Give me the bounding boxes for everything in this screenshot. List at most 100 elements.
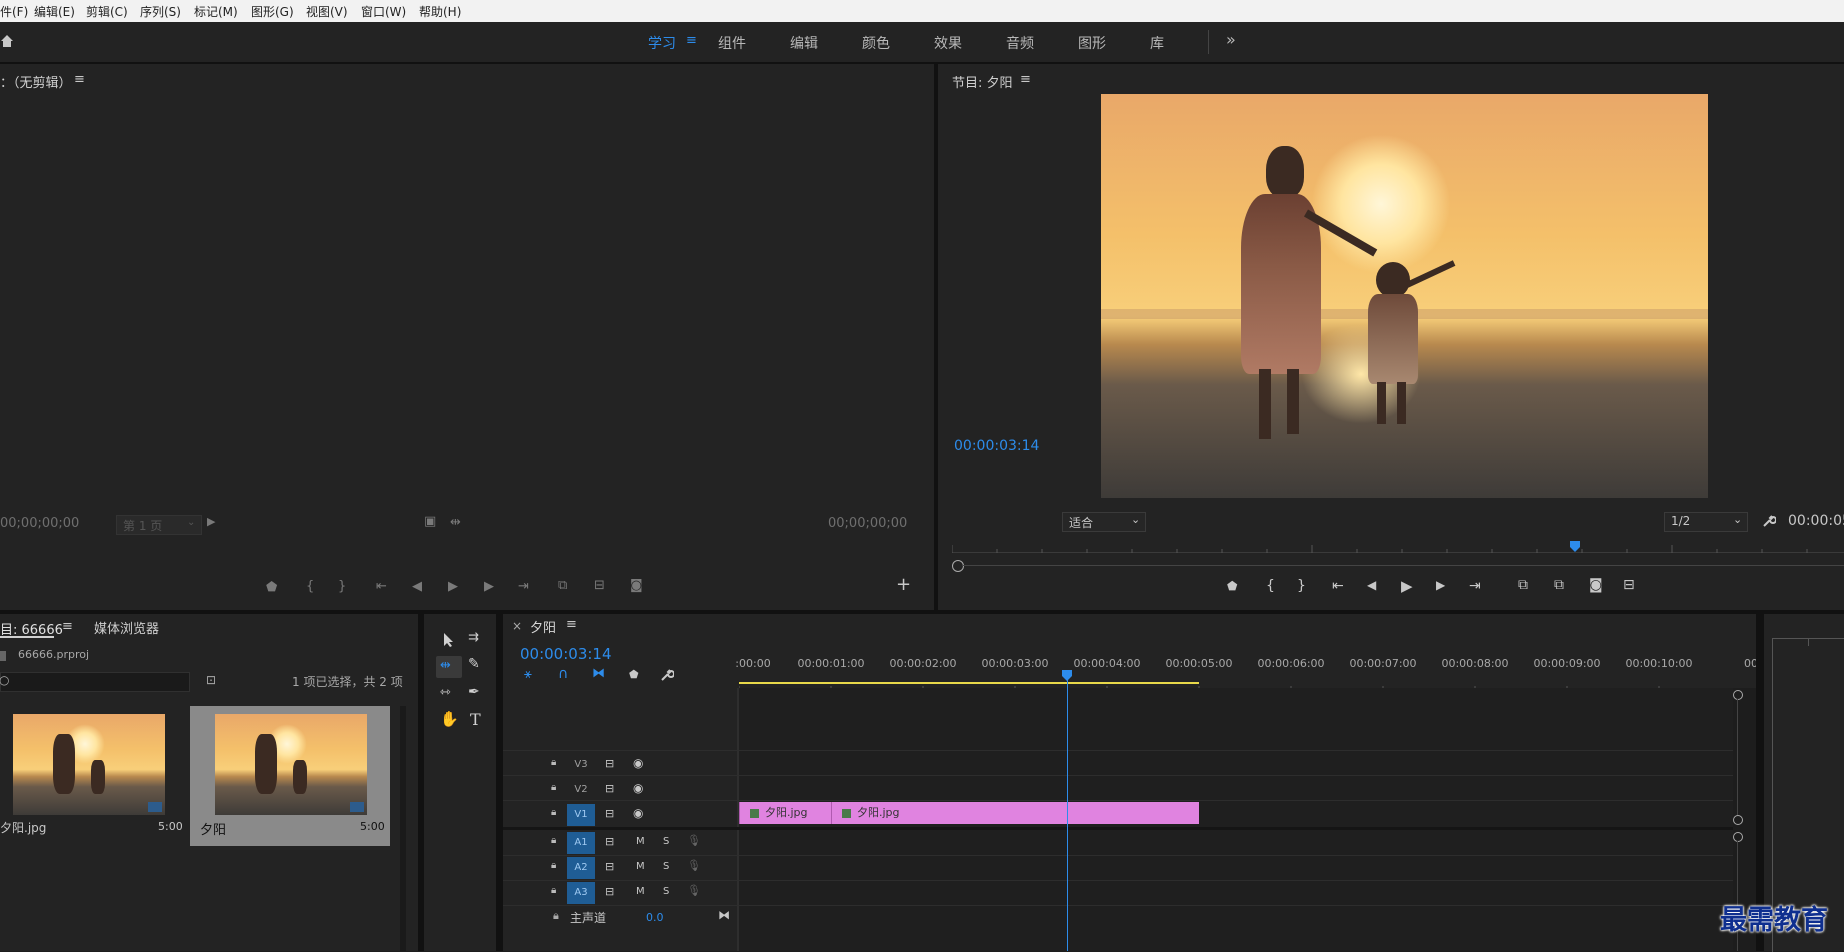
program-playhead[interactable] [1569, 541, 1583, 553]
source-step-forward-icon[interactable]: ▶ [484, 579, 494, 594]
audio-scroll-handle-top[interactable] [1733, 832, 1743, 842]
source-marker-icon[interactable]: ⬟ [266, 580, 277, 595]
track-target-label[interactable]: V3 [567, 754, 595, 776]
source-step-back-icon[interactable]: ◀ [412, 579, 422, 594]
menu-clip[interactable]: 剪辑(C) [86, 3, 128, 20]
new-search-bin-icon[interactable]: ⊡ [206, 673, 216, 687]
project-scrollbar[interactable] [400, 706, 406, 951]
microphone-icon[interactable]: 🎙︎ [687, 884, 701, 897]
program-video-frame[interactable] [1101, 94, 1708, 498]
workspace-tab-audio[interactable]: 音频 [1006, 33, 1034, 53]
menu-help[interactable]: 帮助(H) [419, 3, 461, 20]
source-overwrite-icon[interactable]: ⊟ [594, 578, 605, 593]
program-zoom-handle[interactable] [952, 560, 964, 572]
program-mark-in-icon[interactable]: { [1266, 578, 1275, 594]
workspace-tab-libraries[interactable]: 库 [1150, 33, 1164, 53]
eye-icon[interactable]: ◉ [633, 806, 643, 820]
mute-button[interactable]: M [636, 886, 645, 897]
track-header-a1[interactable]: 🔒︎ A1 ⊟ M S 🎙︎ [503, 831, 737, 855]
program-mark-out-icon[interactable]: } [1297, 578, 1306, 594]
track-target-label[interactable]: V2 [567, 779, 595, 801]
timeline-sequence-tab[interactable]: 夕阳 [530, 617, 556, 636]
timeline-menu-icon[interactable]: ≡ [566, 617, 577, 632]
lock-icon[interactable]: 🔒︎ [551, 782, 556, 793]
program-menu-icon[interactable]: ≡ [1020, 72, 1031, 87]
source-fit-icon[interactable]: ⇹ [450, 515, 461, 530]
program-step-back-icon[interactable]: ◀ [1367, 578, 1376, 592]
ripple-edit-tool-button[interactable]: ⇹ [436, 656, 462, 678]
fit-select[interactable]: 适合 ⌄ [1062, 512, 1146, 532]
snap-magnet-icon[interactable]: ∩ [558, 666, 568, 682]
menu-sequence[interactable]: 序列(S) [140, 3, 181, 20]
video-audio-divider[interactable] [503, 827, 1733, 830]
workspace-overflow-button[interactable]: » [1226, 30, 1236, 49]
track-header-v2[interactable]: 🔒︎ V2 ⊟ ◉ [503, 778, 737, 802]
mute-button[interactable]: M [636, 861, 645, 872]
timeline-playhead-line[interactable] [1066, 676, 1068, 951]
timeline-playhead-handle[interactable] [1061, 670, 1073, 682]
program-play-button[interactable]: ▶ [1401, 577, 1413, 595]
menu-window[interactable]: 窗口(W) [361, 3, 406, 20]
comparison-view-icon[interactable]: ⊟ [1623, 577, 1635, 593]
source-menu-icon[interactable]: ≡ [74, 72, 85, 87]
source-play-small-icon[interactable]: ▶ [207, 515, 215, 528]
workspace-tab-assembly[interactable]: 组件 [718, 33, 746, 53]
menu-graphics[interactable]: 图形(G) [251, 3, 294, 20]
selection-tool-icon[interactable] [442, 632, 456, 648]
eye-icon[interactable]: ◉ [633, 756, 643, 770]
menu-edit[interactable]: 编辑(E) [34, 3, 75, 20]
lock-icon[interactable]: 🔒︎ [551, 860, 556, 871]
lock-icon[interactable]: 🔒︎ [551, 885, 556, 896]
source-add-button[interactable]: + [896, 574, 911, 595]
extract-icon[interactable]: ⧉ [1554, 577, 1564, 593]
resolution-select[interactable]: 1/2 ⌄ [1664, 512, 1748, 532]
sync-lock-icon[interactable]: ⊟ [605, 807, 614, 820]
track-select-tool-icon[interactable]: ⇉ [468, 630, 479, 645]
lift-icon[interactable]: ⧉ [1518, 577, 1528, 593]
slip-tool-icon[interactable]: ⇿ [440, 685, 451, 700]
eye-icon[interactable]: ◉ [633, 781, 643, 795]
hand-tool-icon[interactable]: ✋ [440, 710, 459, 728]
project-search-input[interactable]: ○ [0, 672, 190, 692]
program-go-in-icon[interactable]: ⇤ [1332, 578, 1344, 594]
nest-toggle-icon[interactable]: ⚹ [524, 667, 532, 682]
project-menu-icon[interactable]: ≡ [62, 619, 73, 634]
home-icon[interactable] [0, 34, 14, 48]
source-insert-icon[interactable]: ⧉ [558, 578, 567, 593]
source-settings-icon[interactable]: ▣ [424, 514, 436, 529]
track-target-label[interactable]: A3 [567, 882, 595, 904]
camera-icon[interactable]: ◙ [1589, 577, 1603, 593]
type-tool-icon[interactable]: T [470, 710, 481, 729]
track-header-v1[interactable]: 🔒︎ V1 ⊟ ◉ [503, 803, 737, 827]
workspace-tab-graphics[interactable]: 图形 [1078, 33, 1106, 53]
menu-view[interactable]: 视图(V) [306, 3, 348, 20]
panel-divider[interactable] [496, 614, 503, 951]
workspace-menu-icon[interactable]: ≡ [686, 33, 697, 48]
work-area-bar[interactable] [739, 682, 1199, 684]
microphone-icon[interactable]: 🎙︎ [687, 834, 701, 847]
source-timecode-right[interactable]: 00;00;00;00 [828, 516, 907, 531]
source-title[interactable]: ：（无剪辑） [0, 72, 72, 91]
program-go-out-icon[interactable]: ⇥ [1469, 578, 1481, 594]
source-go-out-icon[interactable]: ⇥ [518, 579, 529, 594]
timeline-close-icon[interactable]: × [512, 619, 522, 633]
solo-button[interactable]: S [663, 836, 669, 847]
source-export-frame-icon[interactable]: ◙ [630, 578, 643, 593]
timeline-clip[interactable]: 夕阳.jpg [739, 802, 831, 824]
project-item[interactable]: 夕阳.jpg 5:00 [0, 706, 186, 840]
timeline-timecode[interactable]: 00:00:03:14 [520, 645, 612, 663]
lock-icon[interactable]: 🔒︎ [551, 757, 556, 768]
sync-lock-icon[interactable]: ⊟ [605, 835, 614, 848]
workspace-tab-editing[interactable]: 编辑 [790, 33, 818, 53]
program-marker-icon[interactable]: ⬟ [1227, 579, 1237, 593]
scroll-track[interactable] [1737, 699, 1738, 815]
track-target-label[interactable]: V1 [567, 804, 595, 826]
program-zoom-bar[interactable] [962, 565, 1844, 566]
program-title[interactable]: 节目: 夕阳 [952, 72, 1013, 91]
linked-selection-icon[interactable]: ⧓ [592, 666, 605, 681]
workspace-tab-learn[interactable]: 学习 [648, 33, 676, 53]
timeline-settings-wrench-icon[interactable] [660, 668, 674, 682]
track-header-v3[interactable]: 🔒︎ V3 ⊟ ◉ [503, 753, 737, 777]
lock-icon[interactable]: 🔒︎ [551, 807, 556, 818]
track-target-label[interactable]: A2 [567, 857, 595, 879]
